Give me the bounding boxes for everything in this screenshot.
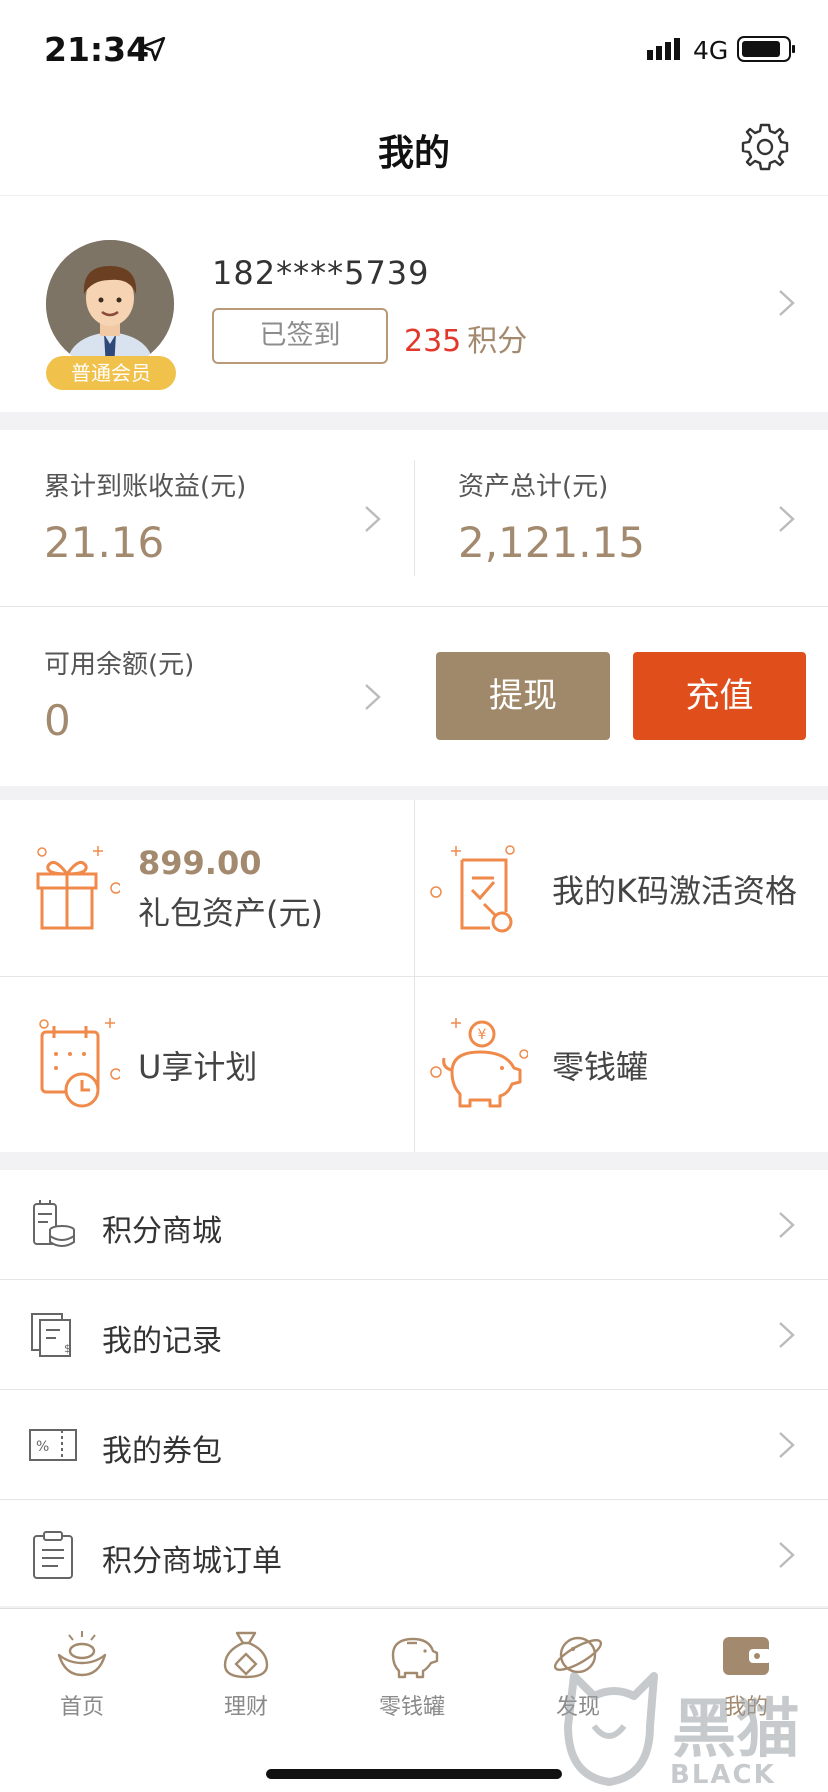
tab-label: 首页 — [59, 1695, 104, 1720]
divider — [0, 606, 828, 607]
tab-label: 零钱罐 — [378, 1695, 445, 1720]
menu-item-label: 我的券包 — [102, 1434, 222, 1469]
menu-item-my-records[interactable]: $ 我的记录 — [0, 1280, 828, 1390]
coins-icon — [33, 1200, 75, 1247]
watermark-text: 黑猫 — [672, 1693, 800, 1767]
menu-item-points-mall[interactable]: 积分商城 — [0, 1170, 828, 1280]
black-cat-logo-icon — [564, 1672, 658, 1786]
tab-piggy-bank[interactable]: 零钱罐 — [352, 1629, 472, 1729]
divider — [414, 800, 415, 1152]
chevron-right-icon — [779, 1322, 795, 1348]
chevron-right-icon — [365, 506, 381, 532]
uplan-label: U享计划 — [138, 1048, 258, 1086]
gift-amount: 899.00 — [138, 844, 262, 882]
watermark-subtext: BLACK CAT — [670, 1760, 776, 1792]
nav-bar: 我的 — [0, 100, 828, 196]
svg-text:$: $ — [64, 1342, 71, 1355]
available-balance-label: 可用余额(元) — [44, 650, 195, 680]
settings-gear-icon[interactable] — [738, 120, 792, 174]
signed-in-button[interactable]: 已签到 — [212, 308, 388, 364]
menu-list: 积分商城 $ 我的记录 % 我的券包 积分商城订单 — [0, 1170, 828, 1610]
points-value: 235 — [404, 324, 462, 359]
chevron-right-icon — [779, 1432, 795, 1458]
chevron-right-icon[interactable] — [776, 288, 798, 318]
location-arrow-icon — [140, 36, 166, 62]
tab-home[interactable]: 首页 — [22, 1629, 142, 1729]
cumulative-earnings-label: 累计到账收益(元) — [44, 472, 247, 502]
clipboard-icon — [33, 1531, 73, 1579]
available-balance-value: 0 — [44, 696, 71, 745]
avatar[interactable] — [46, 240, 174, 368]
records-icon: $ — [31, 1313, 71, 1357]
divider — [414, 460, 415, 576]
coupon-icon: % — [29, 1429, 77, 1461]
chevron-right-icon — [779, 1212, 795, 1238]
menu-item-label: 积分商城 — [102, 1214, 222, 1249]
points-display: 235 积分 — [404, 316, 527, 360]
member-level-badge: 普通会员 — [46, 356, 176, 390]
menu-item-mall-orders[interactable]: 积分商城订单 — [0, 1500, 828, 1610]
status-bar: 21:34 4G — [0, 0, 828, 100]
status-time: 21:34 — [44, 30, 150, 69]
points-unit: 积分 — [467, 324, 528, 359]
home-indicator — [266, 1769, 562, 1779]
menu-item-label: 积分商城订单 — [102, 1544, 282, 1579]
gift-box-icon — [36, 846, 120, 930]
network-type: 4G — [693, 36, 729, 65]
menu-item-my-coupons[interactable]: % 我的券包 — [0, 1390, 828, 1500]
chevron-right-icon — [779, 1542, 795, 1568]
piggy-bank-label: 零钱罐 — [552, 1048, 649, 1086]
kcode-label: 我的K码激活资格 — [552, 872, 797, 910]
menu-item-label: 我的记录 — [102, 1324, 222, 1359]
tab-finance[interactable]: 理财 — [186, 1629, 306, 1729]
withdraw-button[interactable]: 提现 — [436, 652, 610, 740]
chevron-right-icon — [779, 506, 795, 532]
svg-text:%: % — [36, 1439, 49, 1455]
total-assets-label: 资产总计(元) — [458, 472, 609, 502]
total-assets-value: 2,121.15 — [458, 518, 646, 567]
features-grid: 899.00 礼包资产(元) 我的K码激活资格 U享计划 ¥ 零钱罐 — [0, 800, 828, 1152]
page-title: 我的 — [377, 133, 450, 174]
piggy-bank-icon — [391, 1637, 439, 1679]
gift-label: 礼包资产(元) — [138, 894, 323, 932]
assets-panel: 累计到账收益(元) 21.16 资产总计(元) 2,121.15 可用余额(元)… — [0, 430, 828, 786]
certificate-key-icon — [430, 845, 515, 933]
black-cat-watermark: 黑猫 BLACK CAT — [554, 1660, 828, 1792]
user-phone: 182****5739 — [212, 254, 430, 292]
profile-card[interactable]: 普通会员 182****5739 已签到 235 积分 — [0, 196, 828, 412]
signal-icon — [647, 38, 680, 60]
calendar-clock-icon — [39, 1018, 120, 1108]
tab-label: 理财 — [223, 1695, 268, 1720]
cumulative-earnings-value: 21.16 — [44, 518, 165, 567]
svg-text:¥: ¥ — [478, 1027, 487, 1043]
recharge-button[interactable]: 充值 — [633, 652, 806, 740]
user-avatar-icon — [46, 240, 174, 368]
battery-icon — [737, 36, 795, 62]
money-bag-icon — [223, 1631, 269, 1679]
chevron-right-icon — [365, 684, 381, 710]
gold-ingot-icon — [57, 1631, 107, 1677]
piggy-bank-coin-icon: ¥ — [430, 1018, 528, 1108]
